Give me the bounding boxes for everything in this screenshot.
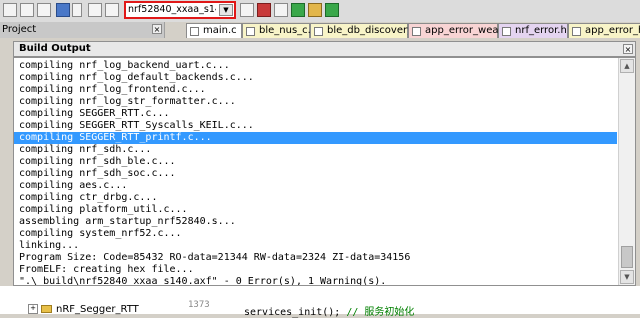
close-icon[interactable]: × — [152, 24, 162, 34]
build-icon[interactable] — [56, 3, 70, 17]
close-icon[interactable]: × — [623, 44, 633, 54]
tab-label: ble_nus_c.c — [259, 25, 317, 36]
tab-ble-nus-c[interactable]: ble_nus_c.c — [242, 23, 316, 38]
target-selector[interactable]: nrf52840_xxaa_s140 ▼ — [124, 1, 236, 19]
code-text: services_init(); — [244, 307, 341, 318]
save-all-icon[interactable] — [37, 3, 51, 17]
build-output-line[interactable]: compiling nrf_log_str_formatter.c... — [14, 96, 617, 108]
file-icon — [412, 27, 421, 36]
tab-ble-db-discovery[interactable]: ble_db_discovery.c — [310, 23, 420, 38]
tab-app-error-handler[interactable]: app_error_han — [568, 23, 640, 38]
build-output-line[interactable]: compiling nrf_log_backend_uart.c... — [14, 60, 617, 72]
load-icon[interactable] — [105, 3, 119, 17]
pack-installer-icon[interactable] — [291, 3, 305, 17]
tab-label: nrf_error.h — [515, 25, 567, 36]
scroll-down-icon[interactable]: ▼ — [620, 270, 634, 284]
build-output-line[interactable]: compiling SEGGER_RTT_Syscalls_KEIL.c... — [14, 120, 617, 132]
build-output-lines: compiling nrf_log_backend_uart.c... compi… — [14, 60, 617, 285]
expand-icon[interactable]: + — [28, 304, 38, 314]
file-icon — [190, 27, 199, 36]
options-icon[interactable] — [240, 3, 254, 17]
build-output-line[interactable]: compiling nrf_log_frontend.c... — [14, 84, 617, 96]
code-line[interactable]: services_init(); // 服务初始化 — [244, 303, 414, 318]
editor-area: + nRF_Segger_RTT 1373 services_init(); //… — [0, 286, 640, 318]
build-output-line[interactable]: compiling nrf_log_default_backends.c... — [14, 72, 617, 84]
file-icon — [246, 27, 255, 36]
manage-icon[interactable] — [257, 3, 271, 17]
build-output-line[interactable]: ".\_build\nrf52840_xxaa_s140.axf" - 0 Er… — [14, 276, 617, 285]
build-dropdown-icon[interactable] — [72, 3, 82, 17]
tab-label: main.c — [203, 25, 237, 36]
scroll-up-icon[interactable]: ▲ — [620, 59, 634, 73]
build-output-title: Build Output — [19, 43, 91, 54]
build-output-line[interactable]: compiling aes.c... — [14, 180, 617, 192]
tab-label: ble_db_discovery.c — [327, 25, 421, 36]
debug-icon[interactable] — [308, 3, 322, 17]
scroll-thumb[interactable] — [621, 246, 633, 268]
file-icon — [502, 27, 511, 36]
build-output-line[interactable]: compiling system_nrf52.c... — [14, 228, 617, 240]
project-label: Project — [2, 24, 37, 35]
vertical-scrollbar[interactable]: ▲ ▼ — [618, 58, 635, 285]
build-output-line[interactable]: linking... — [14, 240, 617, 252]
build-output-line[interactable]: compiling SEGGER_RTT.c... — [14, 108, 617, 120]
components-icon[interactable] — [274, 3, 288, 17]
line-number: 1373 — [188, 300, 210, 310]
open-file-icon[interactable] — [3, 3, 17, 17]
build-output-line[interactable]: FromELF: creating hex file... — [14, 264, 617, 276]
translate-icon[interactable] — [88, 3, 102, 17]
build-output-line[interactable]: compiling ctr_drbg.c... — [14, 192, 617, 204]
code-comment: // 服务初始化 — [346, 307, 415, 318]
tree-item-label: nRF_Segger_RTT — [56, 304, 139, 315]
build-output-line[interactable]: Program Size: Code=85432 RO-data=21344 R… — [14, 252, 617, 264]
settings-icon[interactable] — [325, 3, 339, 17]
tab-main-c[interactable]: main.c — [186, 23, 242, 38]
build-output-line[interactable]: compiling nrf_sdh_ble.c... — [14, 156, 617, 168]
target-value: nrf52840_xxaa_s140 — [128, 4, 216, 15]
build-output-line[interactable]: compiling nrf_sdh_soc.c... — [14, 168, 617, 180]
build-output-line-selected[interactable]: compiling SEGGER_RTT_printf.c... — [14, 132, 617, 144]
toolbar: nrf52840_xxaa_s140 ▼ — [0, 0, 640, 23]
project-panel-header: Project × — [0, 22, 165, 38]
project-tree-item[interactable]: + nRF_Segger_RTT — [28, 304, 139, 315]
folder-icon — [41, 305, 52, 313]
build-output-header: Build Output × — [13, 41, 636, 57]
build-output-line[interactable]: compiling nrf_sdh.c... — [14, 144, 617, 156]
build-output-panel[interactable]: compiling nrf_log_backend_uart.c... compi… — [13, 57, 636, 286]
tab-label: app_error_han — [585, 25, 640, 36]
build-output-line[interactable]: assembling arm_startup_nrf52840.s... — [14, 216, 617, 228]
save-icon[interactable] — [20, 3, 34, 17]
file-icon — [314, 27, 323, 36]
editor-tab-bar: Project × main.c ble_nus_c.c ble_db_disc… — [0, 22, 640, 38]
file-icon — [572, 27, 581, 36]
tab-app-error-weak[interactable]: app_error_weak.c — [408, 23, 513, 38]
build-output-line[interactable]: compiling platform_util.c... — [14, 204, 617, 216]
tab-nrf-error-h[interactable]: nrf_error.h — [498, 23, 568, 38]
chevron-down-icon[interactable]: ▼ — [219, 4, 233, 16]
